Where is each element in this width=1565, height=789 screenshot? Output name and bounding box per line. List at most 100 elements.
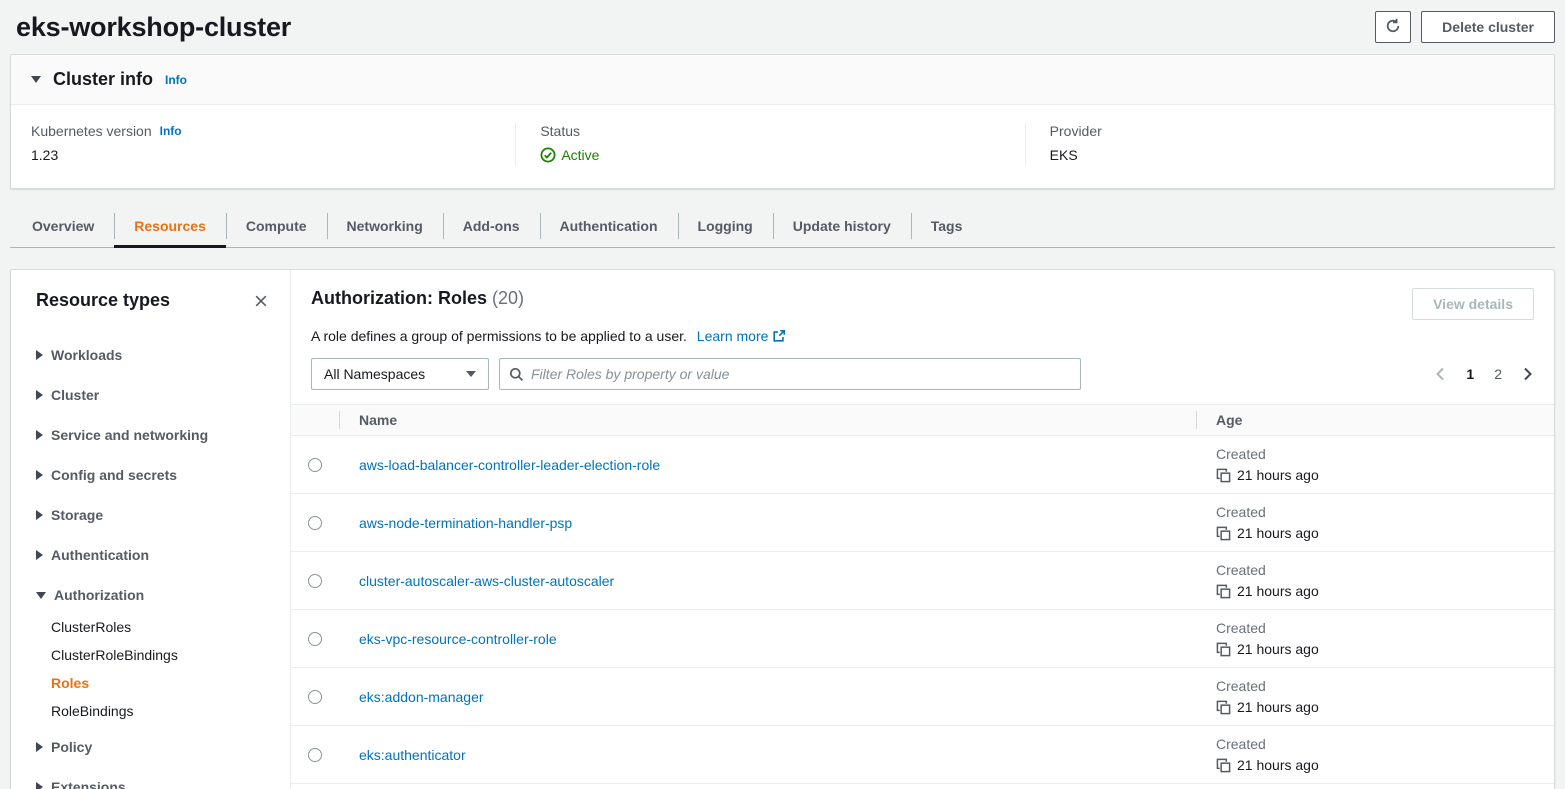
sidebar-item-roles[interactable]: Roles (51, 675, 270, 691)
copy-icon[interactable] (1216, 642, 1231, 657)
table-header: Name Age (291, 404, 1554, 436)
created-label: Created (1216, 446, 1554, 462)
delete-cluster-button[interactable]: Delete cluster (1421, 11, 1555, 43)
age-value: 21 hours ago (1237, 467, 1319, 483)
content-panel: Resource types Workloads Cluster Service… (10, 269, 1555, 789)
copy-icon[interactable] (1216, 758, 1231, 773)
sidebar-item-clusterroles[interactable]: ClusterRoles (51, 619, 270, 635)
tab-authentication[interactable]: Authentication (540, 205, 678, 247)
learn-more-link[interactable]: Learn more (697, 328, 787, 344)
refresh-button[interactable] (1375, 11, 1411, 43)
copy-icon[interactable] (1216, 526, 1231, 541)
copy-icon[interactable] (1216, 468, 1231, 483)
role-name-link[interactable]: cluster-autoscaler-aws-cluster-autoscale… (359, 573, 614, 589)
pagination-page-2[interactable]: 2 (1494, 366, 1502, 382)
age-column-header[interactable]: Age (1196, 412, 1554, 428)
caret-right-icon (36, 782, 43, 789)
sidebar-item-policy[interactable]: Policy (36, 739, 270, 755)
sidebar-item-config-and-secrets[interactable]: Config and secrets (36, 467, 270, 483)
role-name-link[interactable]: aws-load-balancer-controller-leader-elec… (359, 457, 660, 473)
age-value: 21 hours ago (1237, 641, 1319, 657)
sidebar-item-storage[interactable]: Storage (36, 507, 270, 523)
tab-networking[interactable]: Networking (327, 205, 443, 247)
kubernetes-version-value: 1.23 (31, 147, 515, 163)
caret-down-icon (36, 592, 46, 599)
table-row: eks-vpc-resource-controller-role Created… (291, 610, 1554, 668)
sidebar-item-rolebindings[interactable]: RoleBindings (51, 703, 270, 719)
provider-label: Provider (1050, 123, 1102, 139)
pagination-next-icon[interactable] (1522, 367, 1534, 381)
search-icon (509, 367, 524, 382)
age-value: 21 hours ago (1237, 525, 1319, 541)
age-value: 21 hours ago (1237, 583, 1319, 599)
row-radio[interactable] (308, 574, 322, 588)
caret-right-icon (36, 742, 43, 752)
tab-update-history[interactable]: Update history (773, 205, 911, 247)
provider-value: EKS (1050, 147, 1534, 163)
tab-tags[interactable]: Tags (911, 205, 983, 247)
pagination: 1 2 (1434, 366, 1534, 382)
sidebar-item-service-and-networking[interactable]: Service and networking (36, 427, 270, 443)
search-input[interactable] (531, 366, 1071, 382)
caret-right-icon (36, 390, 43, 400)
sidebar-item-cluster[interactable]: Cluster (36, 387, 270, 403)
namespace-select-value: All Namespaces (324, 366, 425, 382)
table-row: aws-node-termination-handler-psp Created… (291, 494, 1554, 552)
field-provider: Provider EKS (1025, 123, 1534, 166)
section-heading: Authorization: Roles (20) (311, 288, 524, 309)
check-circle-icon (540, 147, 556, 163)
age-value: 21 hours ago (1237, 699, 1319, 715)
copy-icon[interactable] (1216, 584, 1231, 599)
filter-row: All Namespaces 1 2 (311, 358, 1534, 390)
resource-count: (20) (492, 288, 524, 308)
row-radio[interactable] (308, 748, 322, 762)
pagination-page-1[interactable]: 1 (1466, 366, 1474, 382)
caret-right-icon (36, 430, 43, 440)
kubernetes-version-info-link[interactable]: Info (160, 124, 182, 138)
page-header: eks-workshop-cluster Delete cluster (0, 0, 1565, 54)
row-radio[interactable] (308, 632, 322, 646)
tab-compute[interactable]: Compute (226, 205, 327, 247)
sidebar-item-authentication[interactable]: Authentication (36, 547, 270, 563)
select-caret-icon (466, 371, 476, 377)
table-row-partial: Created (291, 784, 1554, 789)
copy-icon[interactable] (1216, 700, 1231, 715)
sidebar-item-workloads[interactable]: Workloads (36, 347, 270, 363)
section-heading-text: Authorization: Roles (311, 288, 487, 308)
header-actions: Delete cluster (1375, 11, 1555, 43)
created-label: Created (1216, 678, 1554, 694)
roles-main-panel: Authorization: Roles (20) View details A… (291, 270, 1554, 789)
row-radio[interactable] (308, 516, 322, 530)
close-icon[interactable] (252, 292, 270, 310)
table-row: eks:authenticator Created 21 hours ago (291, 726, 1554, 784)
role-name-link[interactable]: eks-vpc-resource-controller-role (359, 631, 557, 647)
role-name-link[interactable]: aws-node-termination-handler-psp (359, 515, 572, 531)
table-row: aws-load-balancer-controller-leader-elec… (291, 436, 1554, 494)
tab-add-ons[interactable]: Add-ons (443, 205, 540, 247)
pagination-prev-icon[interactable] (1434, 367, 1446, 381)
table-row: eks:addon-manager Created 21 hours ago (291, 668, 1554, 726)
role-name-link[interactable]: eks:addon-manager (359, 689, 484, 705)
tab-logging[interactable]: Logging (678, 205, 773, 247)
cluster-info-panel: Cluster info Info Kubernetes version Inf… (10, 54, 1555, 189)
tab-resources[interactable]: Resources (114, 205, 226, 247)
cluster-info-info-link[interactable]: Info (165, 73, 187, 87)
cluster-info-header[interactable]: Cluster info Info (11, 55, 1554, 105)
name-column-header[interactable]: Name (339, 412, 1196, 428)
table-row: cluster-autoscaler-aws-cluster-autoscale… (291, 552, 1554, 610)
sidebar-item-clusterrolebindings[interactable]: ClusterRoleBindings (51, 647, 270, 663)
caret-right-icon (36, 350, 43, 360)
row-radio[interactable] (308, 458, 322, 472)
namespace-select[interactable]: All Namespaces (311, 358, 489, 390)
sidebar-item-authorization[interactable]: Authorization (36, 587, 270, 603)
kubernetes-version-label: Kubernetes version (31, 123, 152, 139)
refresh-icon (1385, 18, 1401, 37)
role-name-link[interactable]: eks:authenticator (359, 747, 466, 763)
sidebar-item-extensions[interactable]: Extensions (36, 779, 270, 789)
caret-right-icon (36, 550, 43, 560)
tab-overview[interactable]: Overview (12, 205, 114, 247)
page-title: eks-workshop-cluster (16, 12, 291, 43)
section-description: A role defines a group of permissions to… (311, 328, 1534, 344)
row-radio[interactable] (308, 690, 322, 704)
view-details-button[interactable]: View details (1412, 288, 1534, 320)
